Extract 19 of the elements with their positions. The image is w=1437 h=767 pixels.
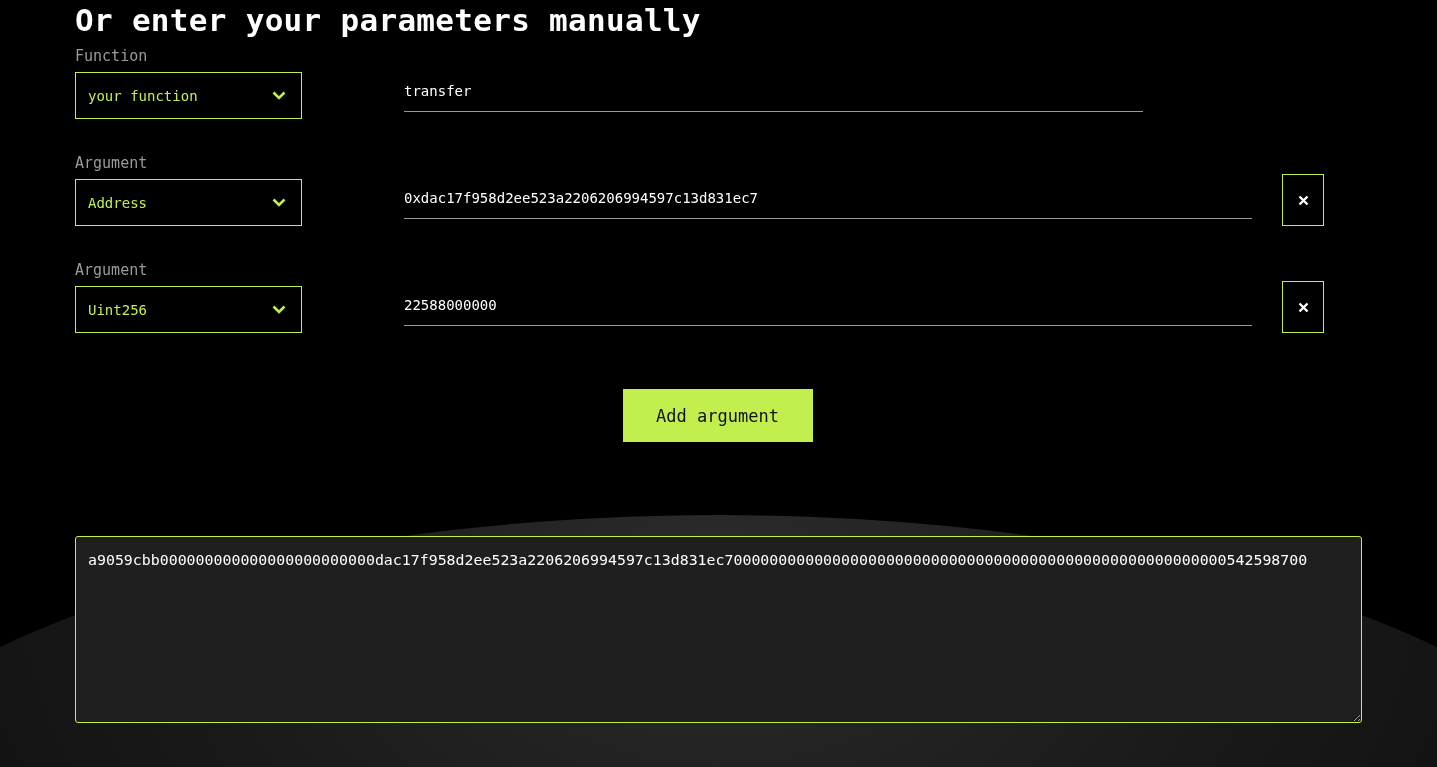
argument-type-dropdown[interactable]: Uint256 [75, 286, 302, 333]
chevron-down-icon [272, 91, 286, 100]
remove-argument-button[interactable] [1282, 174, 1324, 226]
field-label: Argument [75, 260, 149, 281]
function-name-input[interactable]: transfer [404, 71, 1143, 112]
function-dropdown[interactable]: your function [75, 72, 302, 119]
close-icon [1297, 301, 1309, 313]
encoded-output-textarea[interactable]: a9059cbb000000000000000000000000dac17f958d2ee523a2206206994597c13d831ec70000000000000000000000000000000000000000000000000000000542598700 [75, 536, 1362, 723]
chevron-down-icon [272, 198, 286, 207]
argument-value-input[interactable]: 0xdac17f958d2ee523a2206206994597c13d831ec7 [404, 178, 1252, 219]
remove-argument-button[interactable] [1282, 281, 1324, 333]
argument-type-dropdown[interactable]: Address [75, 179, 302, 226]
argument-value-input[interactable]: 22588000000 [404, 285, 1252, 326]
field-label: Argument [75, 153, 149, 174]
close-icon [1297, 194, 1309, 206]
field-label: Function [75, 46, 149, 67]
section-heading: Or enter your parameters manually [75, 1, 702, 40]
chevron-down-icon [272, 305, 286, 314]
add-argument-button[interactable]: Add argument [622, 389, 813, 442]
